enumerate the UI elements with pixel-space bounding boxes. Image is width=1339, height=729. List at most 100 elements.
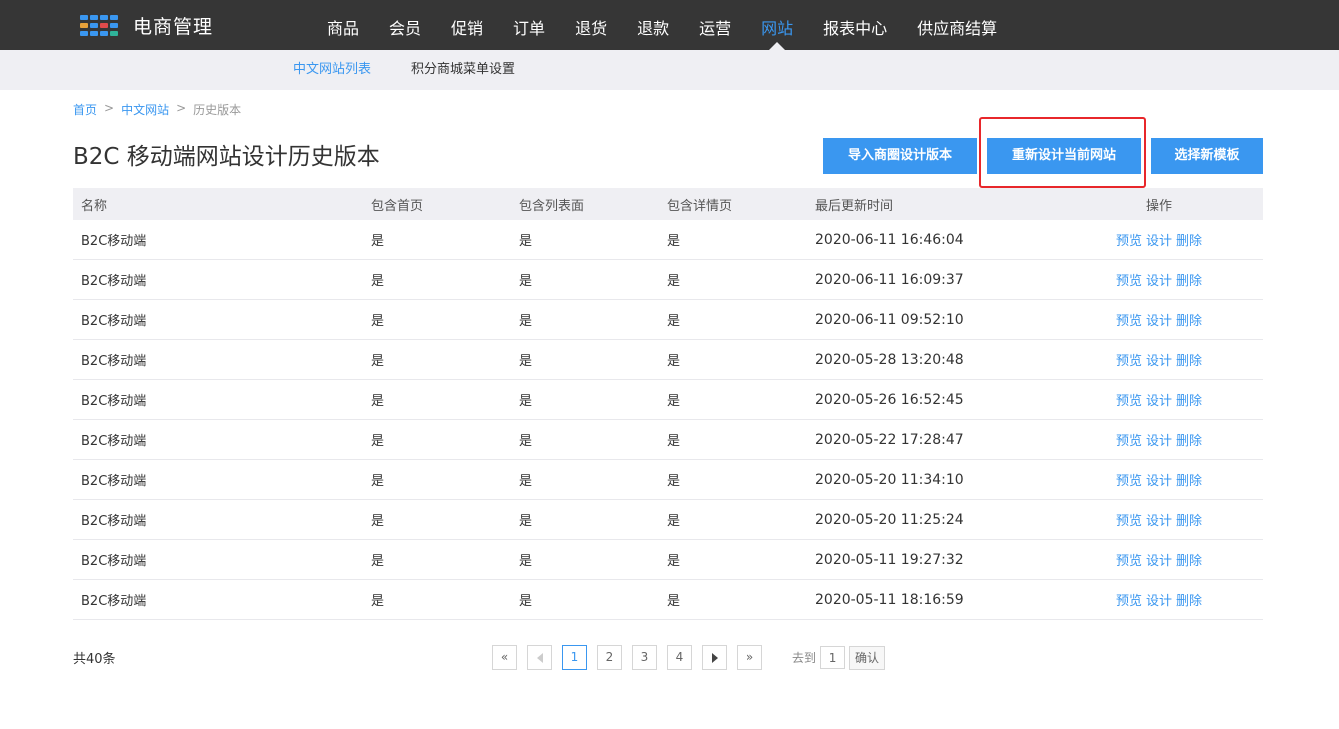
preview-link[interactable]: 预览 (1116, 310, 1142, 329)
cell-name: B2C移动端 (81, 554, 147, 569)
total-count: 共40条 (73, 652, 116, 667)
cell-includes-list: 是 (519, 474, 533, 489)
cell-includes-list: 是 (519, 234, 533, 249)
subnav-item-0[interactable]: 中文网站列表 (293, 50, 371, 90)
cell-actions: 预览 设计 删除 (1055, 340, 1263, 379)
cell-name: B2C移动端 (81, 274, 147, 289)
page-number-button[interactable]: 3 (632, 645, 657, 670)
nav-item-9[interactable]: 供应商结算 (902, 0, 1012, 50)
nav-item-7[interactable]: 网站 (746, 0, 808, 50)
redesign-current-site-button[interactable]: 重新设计当前网站 (987, 138, 1141, 174)
logo[interactable]: 电商管理 (80, 12, 213, 39)
delete-link[interactable]: 删除 (1176, 510, 1202, 529)
cell-includes-list: 是 (519, 394, 533, 409)
page-number-button[interactable]: 2 (597, 645, 622, 670)
breadcrumb-home[interactable]: 首页 (73, 101, 97, 118)
page-numbers: 1234 (562, 645, 702, 670)
preview-link[interactable]: 预览 (1116, 430, 1142, 449)
nav-item-0[interactable]: 商品 (312, 0, 374, 50)
chevron-left-icon (536, 652, 543, 663)
delete-link[interactable]: 删除 (1176, 310, 1202, 329)
design-link[interactable]: 设计 (1146, 470, 1172, 489)
nav-item-4[interactable]: 退货 (560, 0, 622, 50)
logo-grid-cell (90, 22, 98, 28)
cell-includes-detail: 是 (667, 514, 681, 529)
cell-includes-detail: 是 (667, 434, 681, 449)
design-link[interactable]: 设计 (1146, 510, 1172, 529)
header-includes-list: 包含列表面 (519, 198, 585, 214)
design-link[interactable]: 设计 (1146, 590, 1172, 609)
design-link[interactable]: 设计 (1146, 230, 1172, 249)
import-design-button[interactable]: 导入商圈设计版本 (823, 138, 977, 174)
preview-link[interactable]: 预览 (1116, 590, 1142, 609)
delete-link[interactable]: 删除 (1176, 270, 1202, 289)
cell-name: B2C移动端 (81, 434, 147, 449)
cell-last-updated: 2020-05-11 19:27:32 (815, 551, 964, 568)
logo-grid-cell (90, 30, 98, 36)
preview-link[interactable]: 预览 (1116, 230, 1142, 249)
cell-actions: 预览 设计 删除 (1055, 260, 1263, 299)
cell-last-updated: 2020-05-22 17:28:47 (815, 431, 964, 448)
design-link[interactable]: 设计 (1146, 390, 1172, 409)
preview-link[interactable]: 预览 (1116, 350, 1142, 369)
goto-confirm-button[interactable]: 确认 (849, 645, 886, 670)
logo-grid-cell (80, 22, 88, 28)
choose-new-template-button[interactable]: 选择新模板 (1151, 138, 1263, 174)
delete-link[interactable]: 删除 (1176, 430, 1202, 449)
cell-includes-list: 是 (519, 554, 533, 569)
preview-link[interactable]: 预览 (1116, 390, 1142, 409)
cell-last-updated: 2020-06-11 16:46:04 (815, 231, 964, 248)
subnav-item-1[interactable]: 积分商城菜单设置 (411, 50, 515, 90)
cell-last-updated: 2020-06-11 09:52:10 (815, 311, 964, 328)
last-page-button[interactable]: » (737, 645, 762, 670)
cell-includes-home: 是 (371, 434, 385, 449)
preview-link[interactable]: 预览 (1116, 470, 1142, 489)
cell-last-updated: 2020-05-11 18:16:59 (815, 591, 964, 608)
main-nav: 商品 会员 促销 订单 退货 退款 运营 网站 报表中心 供应商结算 (312, 0, 1012, 50)
cell-includes-list: 是 (519, 274, 533, 289)
nav-item-5[interactable]: 退款 (622, 0, 684, 50)
cell-includes-list: 是 (519, 434, 533, 449)
delete-link[interactable]: 删除 (1176, 550, 1202, 569)
design-link[interactable]: 设计 (1146, 270, 1172, 289)
cell-actions: 预览 设计 删除 (1055, 420, 1263, 459)
cell-includes-list: 是 (519, 514, 533, 529)
sub-nav: 中文网站列表 积分商城菜单设置 (293, 50, 555, 90)
pagination: « 1234 » 去到 确认 (492, 645, 886, 670)
nav-item-8[interactable]: 报表中心 (808, 0, 902, 50)
design-link[interactable]: 设计 (1146, 350, 1172, 369)
design-link[interactable]: 设计 (1146, 310, 1172, 329)
preview-link[interactable]: 预览 (1116, 550, 1142, 569)
table-row: B2C移动端 是 是 是 2020-05-11 19:27:32 预览 设计 删除 (73, 540, 1263, 580)
preview-link[interactable]: 预览 (1116, 510, 1142, 529)
nav-item-3[interactable]: 订单 (498, 0, 560, 50)
delete-link[interactable]: 删除 (1176, 230, 1202, 249)
design-link[interactable]: 设计 (1146, 550, 1172, 569)
next-page-button[interactable] (702, 645, 727, 670)
delete-link[interactable]: 删除 (1176, 590, 1202, 609)
history-versions-table: 名称 包含首页 包含列表面 包含详情页 最后更新时间 操作 B2C移动端是是是 2… (73, 188, 1263, 620)
nav-item-6[interactable]: 运营 (684, 0, 746, 50)
goto-page-input[interactable] (820, 646, 846, 669)
cell-includes-list: 是 (519, 314, 533, 329)
nav-item-1[interactable]: 会员 (374, 0, 436, 50)
delete-link[interactable]: 删除 (1176, 470, 1202, 489)
design-link[interactable]: 设计 (1146, 430, 1172, 449)
table-row: B2C移动端 是 是 是 2020-05-26 16:52:45 预览 设计 删除 (73, 380, 1263, 420)
header-includes-detail: 包含详情页 (667, 198, 733, 214)
delete-link[interactable]: 删除 (1176, 390, 1202, 409)
header-includes-home: 包含首页 (371, 198, 424, 214)
logo-grid-icon (80, 14, 118, 37)
breadcrumb-separator: > (176, 101, 187, 115)
cell-actions: 预览 设计 删除 (1055, 220, 1263, 259)
cell-includes-list: 是 (519, 594, 533, 609)
first-page-button[interactable]: « (492, 645, 517, 670)
delete-link[interactable]: 删除 (1176, 350, 1202, 369)
prev-page-button[interactable] (527, 645, 552, 670)
preview-link[interactable]: 预览 (1116, 270, 1142, 289)
table-body: B2C移动端是是是 2020-06-11 16:46:04 预览 设计 删除 B2C移动端… (73, 220, 1263, 620)
page-number-button[interactable]: 1 (562, 645, 587, 670)
page-number-button[interactable]: 4 (667, 645, 692, 670)
nav-item-2[interactable]: 促销 (436, 0, 498, 50)
breadcrumb-chinese-site[interactable]: 中文网站 (121, 101, 169, 118)
